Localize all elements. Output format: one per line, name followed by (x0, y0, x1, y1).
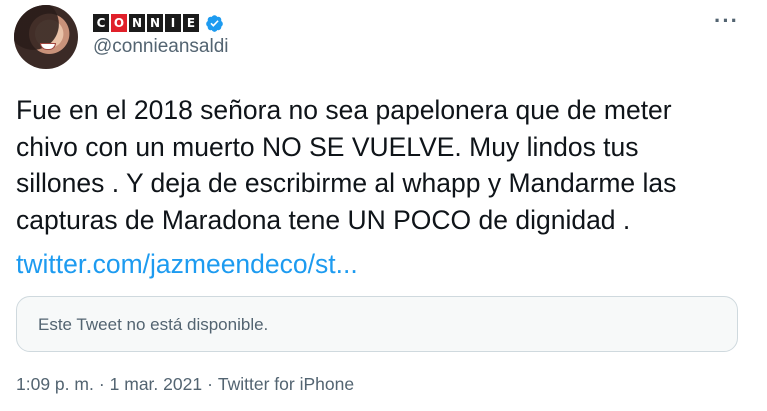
quoted-tweet-unavailable: Este Tweet no está disponible. (16, 296, 738, 352)
logo-letter: E (183, 14, 199, 32)
tweet-date[interactable]: 1 mar. 2021 (110, 374, 202, 394)
tweet-source[interactable]: Twitter for iPhone (218, 374, 354, 394)
meta-separator: · (207, 374, 213, 394)
logo-letter: I (165, 14, 181, 32)
tweet-time[interactable]: 1:09 p. m. (16, 374, 94, 394)
unavailable-message: Este Tweet no está disponible. (38, 315, 269, 334)
logo-letter: C (93, 14, 109, 32)
logo-letter: N (129, 14, 145, 32)
tweet-text: Fue en el 2018 señora no sea papelonera … (16, 95, 677, 235)
author-handle[interactable]: @connieansaldi (93, 36, 229, 58)
meta-separator: · (98, 374, 105, 394)
logo-letter: N (147, 14, 163, 32)
author-name-row[interactable]: C O N N I E (93, 12, 224, 34)
verified-badge-icon (206, 14, 223, 32)
display-name-logo[interactable]: C O N N I E (93, 14, 199, 32)
tweet-link[interactable]: twitter.com/jazmeendeco/st... (16, 246, 358, 283)
logo-letter: O (111, 14, 127, 32)
more-options-icon[interactable]: ··· (714, 8, 739, 34)
avatar-hair (14, 5, 78, 69)
avatar[interactable] (14, 5, 78, 69)
tweet-card: C O N N I E @connieansaldi ··· Fue en el… (0, 0, 767, 411)
tweet-metadata: 1:09 p. m. · 1 mar. 2021 · Twitter for iPhon… (16, 374, 354, 395)
